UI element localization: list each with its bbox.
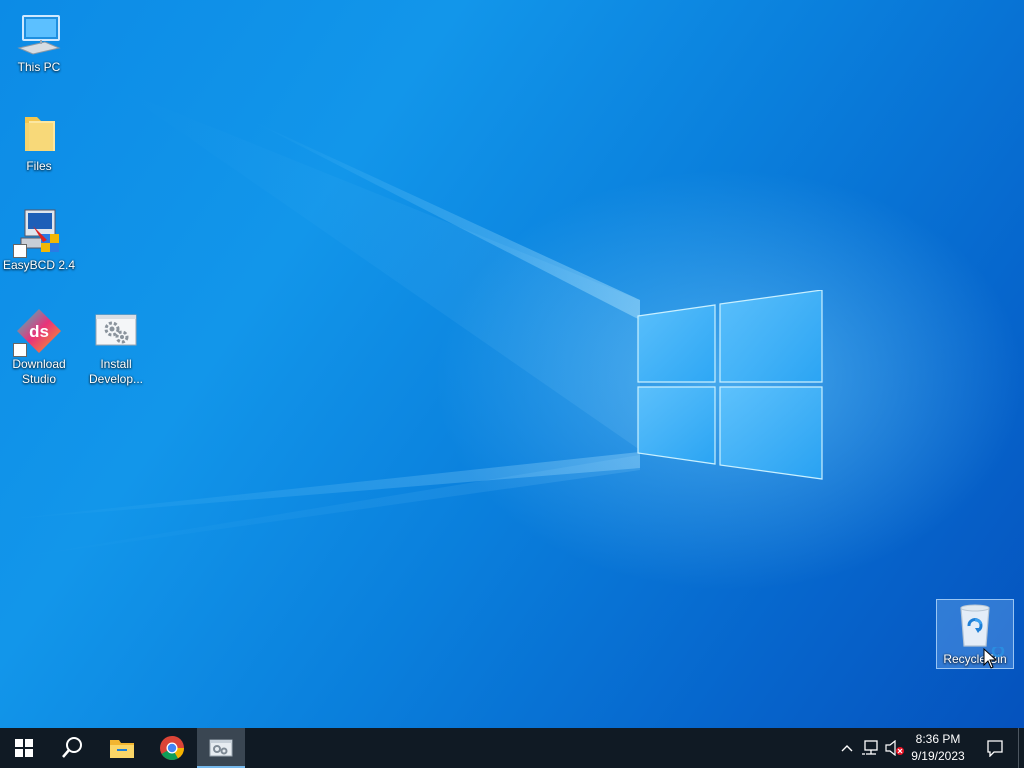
folder-icon [110,740,134,758]
ds-badge-text: ds [29,322,49,341]
search-button[interactable] [48,728,96,768]
icon-label: Files [26,159,52,173]
volume-tray-button[interactable] [884,728,906,768]
settings-gears-icon [92,307,140,355]
tray-clock[interactable]: 8:36 PM 9/19/2023 [906,731,970,765]
chrome-icon [160,736,184,761]
desktop-icon-download-studio[interactable]: ds Download Studio [1,301,77,387]
chrome-button[interactable] [148,728,196,768]
network-tray-button[interactable] [860,728,882,768]
notification-icon [987,740,1003,757]
desktop-icon-easybcd[interactable]: EasyBCD 2.4 [1,202,77,273]
app-window-icon [209,739,233,757]
action-center-button[interactable] [980,728,1010,768]
desktop[interactable]: This PC Files EasyBCD 2.4 ds Download St… [0,0,1024,728]
clock-time: 8:36 PM [915,732,961,746]
active-app-button[interactable] [197,728,245,768]
icon-label: Download Studio [12,357,66,386]
file-explorer-button[interactable] [98,728,146,768]
mouse-cursor-busy-icon [983,647,1005,669]
network-icon [862,740,878,755]
easybcd-icon [13,208,63,258]
start-button[interactable] [0,728,48,768]
taskbar: 8:36 PM 9/19/2023 [0,728,1024,768]
recycle-bin-icon [951,602,999,650]
icon-label: EasyBCD 2.4 [2,258,76,272]
shortcut-arrow-icon [13,244,27,258]
icon-label: This PC [17,60,61,74]
computer-icon [15,10,63,58]
shortcut-arrow-icon [13,343,27,357]
desktop-icon-install-developer[interactable]: Install Develop... [78,301,154,387]
download-studio-icon: ds [13,307,63,357]
folder-icon [15,109,63,157]
desktop-icon-files[interactable]: Files [1,103,77,174]
show-desktop-button[interactable] [1018,728,1024,768]
windows-wallpaper-logo [637,290,823,480]
clock-date: 9/19/2023 [911,749,965,763]
desktop-icon-this-pc[interactable]: This PC [1,4,77,75]
chevron-up-icon [841,745,853,752]
show-hidden-icons-button[interactable] [838,728,856,768]
windows-logo-icon [15,739,33,757]
volume-muted-icon [885,740,904,756]
icon-label: Install Develop... [88,357,144,386]
search-icon [62,737,82,758]
